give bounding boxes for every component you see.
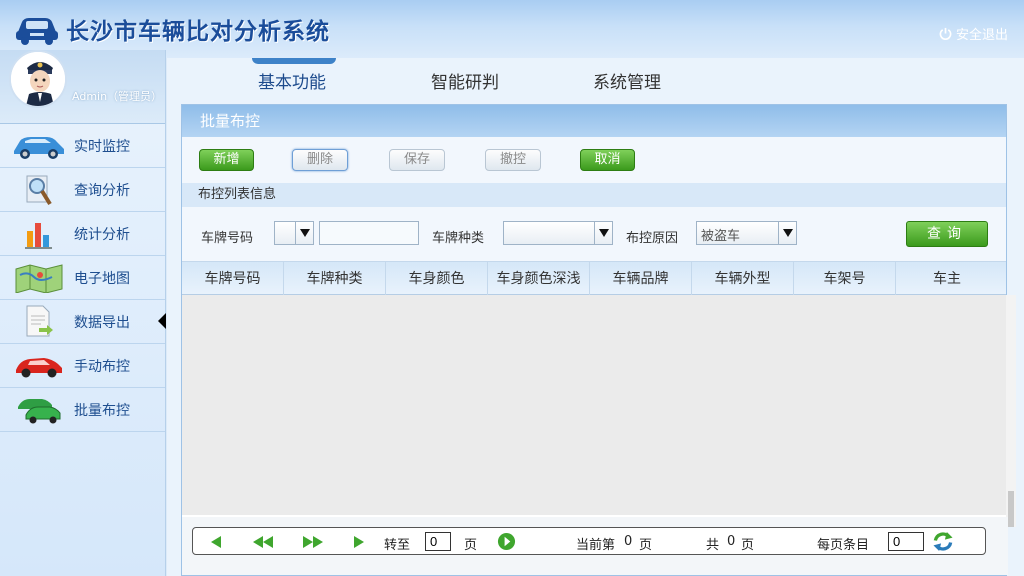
user-box: Admin（管理员） bbox=[0, 50, 165, 124]
magnifier-icon bbox=[10, 170, 68, 210]
brand: 长沙市车辆比对分析系统 bbox=[14, 12, 330, 46]
green-cars-icon bbox=[10, 390, 68, 430]
cancel-button[interactable]: 取消 bbox=[580, 149, 635, 171]
column-header[interactable]: 车辆品牌 bbox=[590, 262, 692, 296]
main-area: 基本功能 智能研判 系统管理 批量布控 新增 删除 保存 撤控 取消 布控列表信… bbox=[167, 58, 1024, 576]
car-icon bbox=[10, 126, 68, 166]
save-button[interactable]: 保存 bbox=[389, 149, 445, 171]
pagination-bar: 转至 页 当前第 0 页 共 0 页 每页条目 bbox=[192, 527, 986, 555]
sidebar-item-realtime-monitor[interactable]: 实时监控 bbox=[0, 124, 165, 168]
logout-label: 安全退出 bbox=[955, 28, 1008, 43]
chevron-down-icon bbox=[778, 222, 796, 244]
table-body bbox=[182, 295, 1016, 527]
page-unit-label: 页 bbox=[464, 538, 478, 553]
sidebar-item-label: 电子地图 bbox=[74, 270, 130, 287]
power-icon bbox=[939, 27, 952, 40]
batch-control-panel: 批量布控 新增 删除 保存 撤控 取消 布控列表信息 车牌号码 车牌种类 布控原… bbox=[181, 104, 1016, 576]
column-header[interactable]: 车主 bbox=[896, 262, 998, 296]
per-page-input[interactable] bbox=[888, 532, 924, 551]
filter-bar: 车牌号码 车牌种类 布控原因 被盗车 查询 bbox=[182, 207, 1006, 261]
user-name: Admin（管理员） bbox=[72, 90, 163, 103]
total-pages-suffix: 页 bbox=[741, 538, 755, 553]
active-tab-indicator bbox=[252, 58, 336, 64]
panel-title: 批量布控 bbox=[182, 105, 1006, 137]
current-page-prefix: 当前第 bbox=[576, 538, 616, 553]
plate-number-input[interactable] bbox=[319, 221, 419, 245]
toolbar: 新增 删除 保存 撤控 取消 bbox=[182, 137, 1006, 183]
chevron-down-icon bbox=[295, 222, 313, 244]
active-indicator-icon bbox=[158, 313, 166, 329]
app-title: 长沙市车辆比对分析系统 bbox=[66, 19, 330, 45]
column-header[interactable]: 车牌种类 bbox=[284, 262, 386, 296]
column-header[interactable]: 车身颜色深浅 bbox=[488, 262, 590, 296]
sidebar-item-label: 数据导出 bbox=[74, 314, 130, 331]
plate-type-label: 车牌种类 bbox=[432, 231, 485, 246]
sidebar-item-label: 统计分析 bbox=[74, 226, 130, 243]
scrollbar-thumb[interactable] bbox=[1008, 491, 1014, 527]
control-reason-label: 布控原因 bbox=[626, 231, 679, 246]
next-page-icon[interactable] bbox=[301, 534, 325, 550]
goto-page-input[interactable] bbox=[425, 532, 451, 551]
column-header[interactable]: 车辆外型 bbox=[692, 262, 794, 296]
sidebar: Admin（管理员） 实时监控 查询分析 统计分析 电子地图 数据导出 手动布控… bbox=[0, 50, 166, 576]
previous-page-icon[interactable] bbox=[251, 534, 275, 550]
chevron-down-icon bbox=[594, 222, 612, 244]
revoke-button[interactable]: 撤控 bbox=[485, 149, 541, 171]
control-reason-value: 被盗车 bbox=[701, 229, 741, 244]
tab-bar: 基本功能 智能研判 系统管理 bbox=[167, 58, 1024, 102]
first-page-icon[interactable] bbox=[207, 534, 227, 550]
total-pages-prefix: 共 bbox=[706, 538, 720, 553]
vertical-scrollbar[interactable] bbox=[1006, 295, 1016, 527]
current-page-suffix: 页 bbox=[639, 538, 653, 553]
delete-button[interactable]: 删除 bbox=[292, 149, 348, 171]
avatar bbox=[9, 50, 67, 108]
sidebar-item-statistics[interactable]: 统计分析 bbox=[0, 212, 165, 256]
per-page-label: 每页条目 bbox=[817, 538, 870, 553]
sidebar-item-label: 批量布控 bbox=[74, 402, 130, 419]
bar-chart-icon bbox=[10, 214, 68, 254]
current-page-number: 0 bbox=[624, 534, 633, 549]
police-officer-icon bbox=[11, 52, 65, 106]
logout-button[interactable]: 安全退出 bbox=[939, 24, 1008, 43]
sidebar-item-batch-control[interactable]: 批量布控 bbox=[0, 388, 165, 432]
sidebar-item-label: 实时监控 bbox=[74, 138, 130, 155]
sidebar-item-query-analysis[interactable]: 查询分析 bbox=[0, 168, 165, 212]
plate-prefix-select[interactable] bbox=[274, 221, 314, 245]
sidebar-item-data-export[interactable]: 数据导出 bbox=[0, 300, 166, 344]
pager-area: 转至 页 当前第 0 页 共 0 页 每页条目 bbox=[182, 517, 1008, 575]
section-title: 布控列表信息 bbox=[182, 183, 1006, 207]
control-reason-select[interactable]: 被盗车 bbox=[696, 221, 797, 245]
tab-basic-functions[interactable]: 基本功能 bbox=[258, 68, 326, 93]
table-header: 车牌号码 车牌种类 车身颜色 车身颜色深浅 车辆品牌 车辆外型 车架号 车主 bbox=[182, 261, 1006, 296]
add-button[interactable]: 新增 bbox=[199, 149, 254, 171]
red-car-icon bbox=[10, 346, 68, 386]
sidebar-item-label: 手动布控 bbox=[74, 358, 130, 375]
car-logo-icon bbox=[16, 18, 58, 45]
sidebar-item-label: 查询分析 bbox=[74, 182, 130, 199]
column-header[interactable]: 车身颜色 bbox=[386, 262, 488, 296]
go-icon[interactable] bbox=[497, 532, 516, 551]
refresh-icon[interactable] bbox=[931, 531, 955, 552]
export-document-icon bbox=[10, 302, 68, 342]
goto-label: 转至 bbox=[384, 538, 411, 553]
sidebar-item-map[interactable]: 电子地图 bbox=[0, 256, 165, 300]
last-page-icon[interactable] bbox=[349, 534, 369, 550]
map-icon bbox=[10, 258, 68, 298]
tab-system-management[interactable]: 系统管理 bbox=[593, 68, 661, 93]
plate-type-select[interactable] bbox=[503, 221, 613, 245]
plate-number-label: 车牌号码 bbox=[201, 231, 254, 246]
tab-intelligent-analysis[interactable]: 智能研判 bbox=[431, 68, 499, 93]
total-pages-number: 0 bbox=[727, 534, 736, 549]
column-header[interactable]: 车牌号码 bbox=[182, 262, 284, 296]
column-header[interactable]: 车架号 bbox=[794, 262, 896, 296]
query-button[interactable]: 查询 bbox=[906, 221, 988, 247]
sidebar-item-manual-control[interactable]: 手动布控 bbox=[0, 344, 165, 388]
